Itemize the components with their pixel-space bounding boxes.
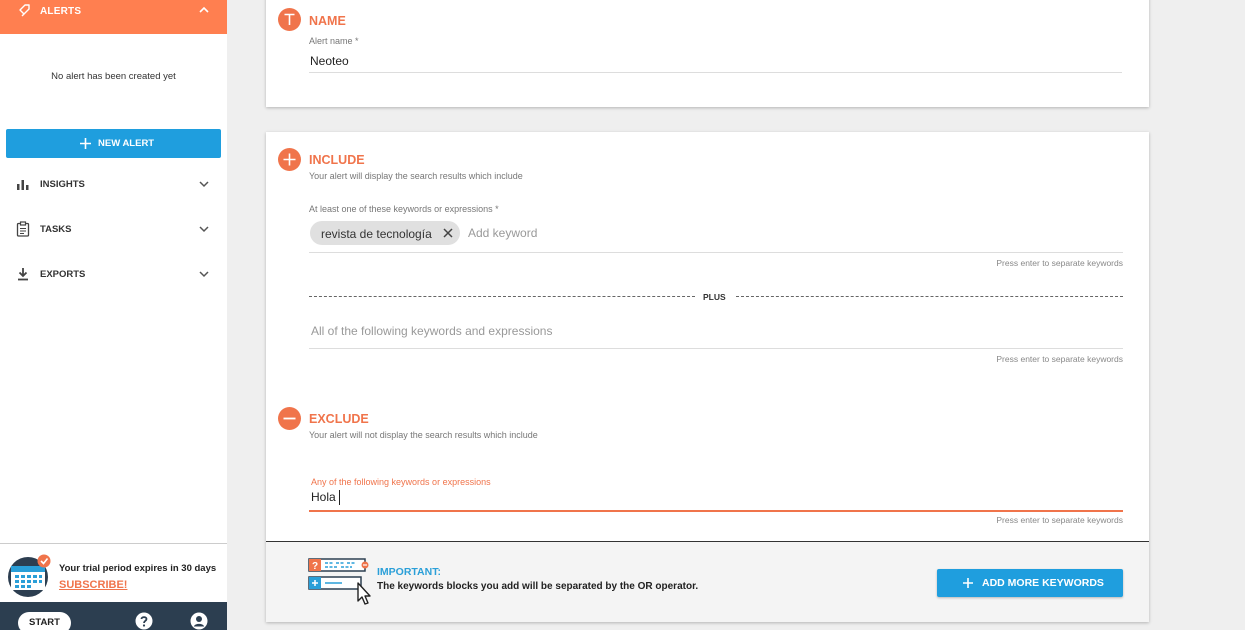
- exclude-any-underline: [309, 510, 1123, 512]
- sidebar-item-tasks[interactable]: TASKS: [0, 217, 227, 241]
- include-subtitle: Your alert will display the search resul…: [309, 171, 523, 181]
- chevron-down-icon: [199, 226, 209, 233]
- include-keyword-input[interactable]: [468, 225, 768, 241]
- keywords-card: INCLUDE Your alert will display the sear…: [266, 132, 1149, 622]
- include-all-underline: [309, 348, 1123, 349]
- bar-chart-icon: [17, 180, 29, 190]
- plus-label: PLUS: [703, 292, 726, 302]
- sidebar-item-label: INSIGHTS: [40, 179, 85, 190]
- exclude-any-hint: Press enter to separate keywords: [996, 515, 1123, 525]
- exclude-subtitle: Your alert will not display the search r…: [309, 430, 538, 440]
- sidebar: ALERTS No alert has been created yet NEW…: [0, 0, 227, 630]
- trial-notice: Your trial period expires in 30 days SUB…: [0, 543, 227, 602]
- plus-icon: [963, 578, 973, 588]
- download-icon: [18, 268, 28, 281]
- calendar-icon: [8, 554, 51, 597]
- alerts-header[interactable]: ALERTS: [0, 0, 227, 34]
- add-more-keywords-label: ADD MORE KEYWORDS: [982, 577, 1104, 589]
- new-alert-label: NEW ALERT: [98, 138, 155, 149]
- sidebar-item-insights[interactable]: INSIGHTS: [0, 172, 227, 196]
- text-icon: [278, 8, 301, 31]
- clipboard-icon: [16, 221, 30, 237]
- subscribe-link[interactable]: SUBSCRIBE!: [59, 579, 127, 591]
- user-icon[interactable]: [190, 612, 208, 630]
- exclude-keyword-input[interactable]: Hola: [311, 490, 336, 504]
- sidebar-bottom-bar: START TOUR: [0, 602, 227, 630]
- chevron-down-icon: [199, 271, 209, 278]
- include-any-label: At least one of these keywords or expres…: [309, 204, 499, 214]
- trial-text: Your trial period expires in 30 days: [59, 563, 217, 574]
- plus-divider-right: [736, 296, 1123, 297]
- minus-circle-icon: [278, 407, 301, 430]
- include-all-input[interactable]: [311, 323, 811, 339]
- alert-name-label: Alert name *: [309, 36, 359, 46]
- exclude-any-label: Any of the following keywords or express…: [311, 477, 491, 487]
- plus-divider-left: [309, 296, 695, 297]
- sidebar-item-label: TASKS: [40, 224, 72, 235]
- include-any-hint: Press enter to separate keywords: [996, 258, 1123, 268]
- sidebar-item-label: EXPORTS: [40, 269, 86, 280]
- chevron-up-icon[interactable]: [198, 4, 210, 16]
- sidebar-item-exports[interactable]: EXPORTS: [0, 262, 227, 286]
- important-title: IMPORTANT:: [377, 566, 441, 578]
- alert-name-input[interactable]: Neoteo: [310, 54, 349, 68]
- no-alert-message: No alert has been created yet: [51, 71, 176, 82]
- alert-name-underline: [309, 72, 1122, 73]
- important-text: The keywords blocks you add will be sepa…: [377, 581, 699, 592]
- keyword-chip-label: revista de tecnología: [321, 227, 432, 241]
- alerts-label: ALERTS: [40, 6, 82, 17]
- plus-circle-icon: [278, 148, 301, 171]
- name-title: NAME: [309, 14, 346, 28]
- svg-text:?: ?: [312, 561, 318, 572]
- add-more-keywords-button[interactable]: ADD MORE KEYWORDS: [937, 569, 1123, 597]
- alert-tag-icon: [19, 4, 30, 17]
- important-notice: ? IMPORTANT: The keywords blocks you add…: [266, 541, 1149, 622]
- keyword-blocks-icon: ?: [308, 558, 371, 605]
- remove-chip-icon[interactable]: [442, 227, 454, 239]
- exclude-title: EXCLUDE: [309, 412, 369, 426]
- chevron-down-icon: [199, 181, 209, 188]
- help-icon[interactable]: [135, 612, 153, 630]
- name-card: NAME Alert name * Neoteo: [266, 0, 1149, 107]
- text-cursor: [339, 490, 340, 505]
- plus-icon: [80, 138, 91, 149]
- keyword-chip[interactable]: revista de tecnología: [310, 221, 460, 245]
- include-title: INCLUDE: [309, 153, 365, 167]
- new-alert-button[interactable]: NEW ALERT: [6, 129, 221, 158]
- start-tour-button[interactable]: START TOUR: [18, 612, 71, 630]
- include-any-underline: [309, 252, 1123, 253]
- include-all-hint: Press enter to separate keywords: [996, 354, 1123, 364]
